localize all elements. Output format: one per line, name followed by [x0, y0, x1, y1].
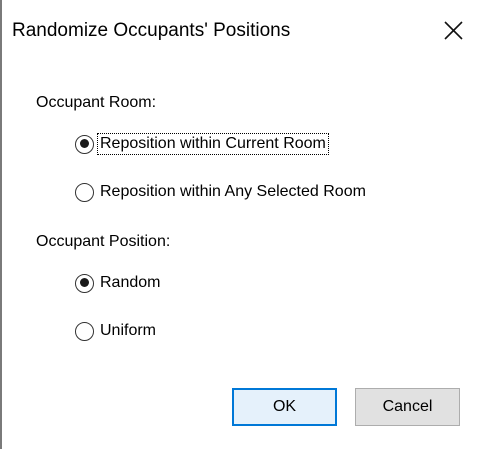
occupant-room-label: Occupant Room:: [36, 94, 157, 111]
radio-random[interactable]: Random: [75, 270, 162, 296]
radio-any-selected-room-label[interactable]: Reposition within Any Selected Room: [98, 182, 368, 202]
radio-any-selected-room[interactable]: Reposition within Any Selected Room: [75, 179, 368, 205]
radio-random-indicator[interactable]: [75, 273, 94, 293]
dialog-title: Randomize Occupants' Positions: [12, 20, 291, 41]
radio-current-room-indicator[interactable]: [75, 134, 94, 154]
title-bar[interactable]: Randomize Occupants' Positions: [2, 0, 478, 58]
radio-current-room[interactable]: Reposition within Current Room: [75, 131, 329, 157]
radio-current-room-label[interactable]: Reposition within Current Room: [97, 133, 329, 155]
radio-uniform-label[interactable]: Uniform: [98, 321, 158, 341]
close-x-icon: [444, 21, 463, 40]
window-frame-edge: [0, 0, 2, 449]
ok-button[interactable]: OK: [232, 388, 337, 426]
radio-uniform-indicator[interactable]: [75, 321, 94, 341]
close-button[interactable]: [436, 12, 472, 48]
radio-uniform[interactable]: Uniform: [75, 318, 158, 344]
randomize-positions-dialog: Randomize Occupants' Positions Occupant …: [0, 0, 478, 449]
radio-random-label[interactable]: Random: [98, 273, 162, 293]
occupant-position-label: Occupant Position:: [36, 233, 171, 250]
cancel-button[interactable]: Cancel: [355, 388, 460, 426]
radio-any-selected-room-indicator[interactable]: [75, 182, 94, 202]
